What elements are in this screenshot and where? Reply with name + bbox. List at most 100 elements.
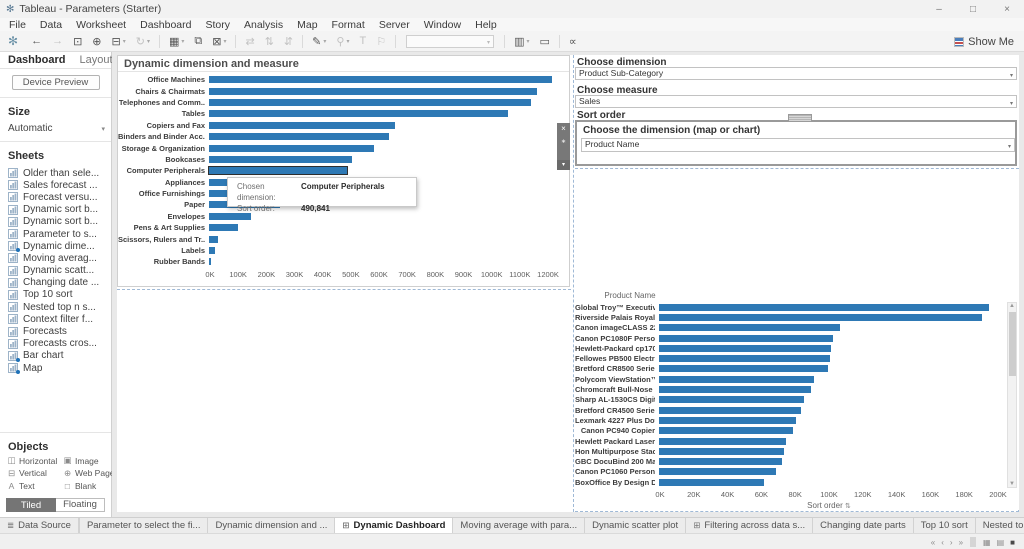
bar[interactable]	[659, 458, 782, 465]
bar-row[interactable]: Lexmark 4227 Plus Dot ..	[575, 415, 1019, 425]
menu-item-file[interactable]: File	[2, 19, 33, 31]
bar-row[interactable]: Bretford CR8500 Series..	[575, 364, 1019, 374]
minimize-button[interactable]: –	[922, 0, 956, 18]
sheet-tab-7[interactable]: Changing date parts	[813, 518, 914, 533]
product-chart-zone[interactable]: Product Name Global Troy™ Executiv..Rive…	[575, 290, 1019, 510]
bar-row[interactable]: Canon imageCLASS 22..	[575, 323, 1019, 333]
bar[interactable]	[659, 365, 828, 372]
object-blank[interactable]: □Blank	[62, 480, 117, 492]
bar[interactable]	[659, 427, 793, 434]
choose-measure-select[interactable]: Sales ▾	[575, 95, 1017, 108]
bar[interactable]	[659, 448, 784, 455]
sidebar-sheet-item[interactable]: Dynamic scatt...	[0, 265, 111, 277]
bar-row[interactable]: Bookcases	[118, 154, 569, 165]
object-text[interactable]: AText	[6, 480, 62, 492]
sheet-tab-0[interactable]: ≣Data Source	[0, 518, 79, 533]
map-dimension-select[interactable]: Product Name ▾	[581, 138, 1015, 152]
bar[interactable]	[659, 479, 764, 486]
menu-item-worksheet[interactable]: Worksheet	[69, 19, 133, 31]
bar[interactable]	[659, 314, 982, 321]
tableau-toolbar-logo-icon[interactable]: ✻	[4, 34, 26, 48]
bar[interactable]	[659, 335, 833, 342]
new-worksheet-icon[interactable]: ▦▾	[164, 35, 189, 48]
bar[interactable]	[659, 438, 786, 445]
bar[interactable]	[209, 258, 211, 265]
sidebar-sheet-item[interactable]: Changing date ...	[0, 277, 111, 289]
bar[interactable]	[209, 236, 218, 243]
bar[interactable]	[209, 156, 352, 163]
selected-parameter-zone[interactable]: Choose the dimension (map or chart) Prod…	[575, 120, 1017, 166]
pin-zone-icon[interactable]: ⁎	[562, 135, 566, 147]
maximize-button[interactable]: □	[956, 0, 990, 18]
nav-prev-icon[interactable]: ‹	[938, 538, 947, 547]
tab-layout[interactable]: Layout	[79, 54, 112, 66]
bar[interactable]	[659, 396, 804, 403]
nav-first-icon[interactable]: «	[928, 538, 938, 547]
bar[interactable]	[659, 355, 830, 362]
sheet-tab-4[interactable]: Moving average with para...	[453, 518, 585, 533]
fit-combobox[interactable]: ▾	[406, 35, 494, 48]
bar[interactable]	[659, 468, 776, 475]
tiled-button[interactable]: Tiled	[6, 498, 56, 512]
bar-row[interactable]: Chairs & Chairmats	[118, 85, 569, 96]
sheet-tab-9[interactable]: Nested top n sort	[976, 518, 1024, 533]
sidebar-sheet-item[interactable]: Dynamic sort b...	[0, 216, 111, 228]
share-icon[interactable]: ∝	[564, 35, 582, 48]
bar[interactable]	[209, 88, 537, 95]
choose-dimension-select[interactable]: Product Sub-Category ▾	[575, 67, 1017, 80]
bar-row[interactable]: Polycom ViewStation™ ..	[575, 374, 1019, 384]
bar-row[interactable]: Storage & Organization	[118, 142, 569, 153]
highlight-icon[interactable]: ✎▾	[307, 35, 331, 48]
nav-next-icon[interactable]: ›	[947, 538, 956, 547]
sidebar-sheet-item[interactable]: Nested top n s...	[0, 301, 111, 313]
sheet-tab-1[interactable]: Parameter to select the fi...	[80, 518, 209, 533]
bar[interactable]	[209, 122, 395, 129]
view-fullscreen-icon[interactable]: ■	[1007, 538, 1018, 547]
sheet-tab-8[interactable]: Top 10 sort	[914, 518, 976, 533]
menu-item-analysis[interactable]: Analysis	[237, 19, 290, 31]
bar-row[interactable]: Global Troy™ Executiv..	[575, 302, 1019, 312]
tab-dashboard[interactable]: Dashboard	[8, 54, 65, 66]
bar[interactable]	[659, 345, 831, 352]
bar-row[interactable]: Canon PC1080F Person..	[575, 333, 1019, 343]
size-select[interactable]: Automatic ▾	[0, 120, 111, 134]
bar-row[interactable]: GBC DocuBind 200 Ma..	[575, 456, 1019, 466]
menu-item-help[interactable]: Help	[468, 19, 504, 31]
bar-row[interactable]: Canon PC940 Copier	[575, 426, 1019, 436]
sidebar-sheet-item[interactable]: Bar chart	[0, 350, 111, 362]
bar-row[interactable]: Sharp AL-1530CS Digit..	[575, 395, 1019, 405]
duplicate-icon[interactable]: ⧉	[189, 35, 207, 48]
menu-item-format[interactable]: Format	[325, 19, 372, 31]
object-image[interactable]: ▣Image	[62, 455, 117, 467]
sheet-tab-5[interactable]: Dynamic scatter plot	[585, 518, 686, 533]
bar[interactable]	[209, 167, 347, 174]
bar[interactable]	[659, 386, 811, 393]
sidebar-sheet-item[interactable]: Forecasts cros...	[0, 338, 111, 350]
view-grid-icon[interactable]: ▦	[980, 538, 994, 547]
sheet-tab-6[interactable]: ⊞Filtering across data s...	[686, 518, 813, 533]
bar-row[interactable]: Riverside Palais Royal ..	[575, 312, 1019, 322]
zone-drag-handle[interactable]	[788, 114, 812, 122]
bar-row[interactable]: Hewlett Packard LaserJ..	[575, 436, 1019, 446]
chart-scrollbar[interactable]: ▲ ▼	[1007, 302, 1017, 488]
scroll-up-icon[interactable]: ▲	[1008, 303, 1016, 309]
floating-button[interactable]: Floating	[56, 498, 105, 512]
bar-row[interactable]: Tables	[118, 108, 569, 119]
bar-row[interactable]: Hon Multipurpose Stac..	[575, 446, 1019, 456]
bar-row[interactable]: Computer Peripherals	[118, 165, 569, 176]
add-datasource-icon[interactable]: ⊕	[87, 35, 106, 48]
bar-row[interactable]: Fellowes PB500 Electri..	[575, 353, 1019, 363]
remove-zone-icon[interactable]: ×	[561, 123, 566, 135]
menu-item-window[interactable]: Window	[417, 19, 468, 31]
main-chart-zone[interactable]: Dynamic dimension and measure Office Mac…	[117, 55, 570, 287]
undo-icon[interactable]: ←	[26, 35, 47, 47]
nav-last-icon[interactable]: »	[956, 538, 966, 547]
clear-sheet-icon[interactable]: ⊠▾	[207, 35, 231, 48]
zone-menu-icon[interactable]: ▾	[557, 160, 570, 170]
scroll-down-icon[interactable]: ▼	[1008, 481, 1016, 487]
bar[interactable]	[209, 247, 215, 254]
sidebar-sheet-item[interactable]: Parameter to s...	[0, 228, 111, 240]
bar-row[interactable]: Copiers and Fax	[118, 120, 569, 131]
pause-updates-icon[interactable]: ⊟▾	[107, 35, 131, 48]
bar[interactable]	[659, 304, 989, 311]
